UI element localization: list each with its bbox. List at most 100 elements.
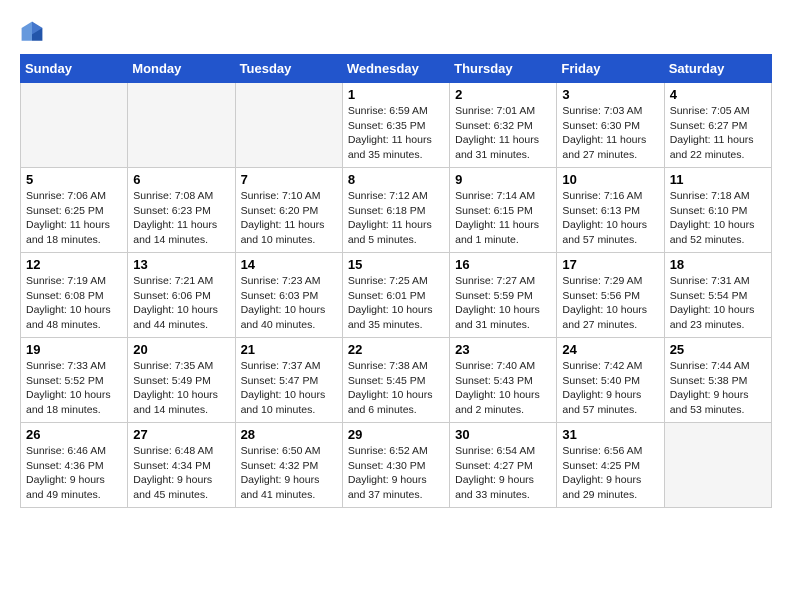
calendar-cell — [235, 83, 342, 168]
day-number: 20 — [133, 342, 229, 357]
day-number: 7 — [241, 172, 337, 187]
calendar-table: SundayMondayTuesdayWednesdayThursdayFrid… — [20, 54, 772, 508]
calendar-cell: 23 Sunrise: 7:40 AM Sunset: 5:43 PM Dayli… — [450, 338, 557, 423]
calendar-cell: 22 Sunrise: 7:38 AM Sunset: 5:45 PM Dayli… — [342, 338, 449, 423]
calendar-week-2: 5Sunrise: 7:06 AM Sunset: 6:25 PM Daylig… — [21, 168, 772, 253]
calendar-cell — [21, 83, 128, 168]
day-number: 26 — [26, 427, 122, 442]
day-info: Sunrise: 7:42 AM Sunset: 5:40 PM Dayligh… — [562, 359, 658, 418]
day-number: 18 — [670, 257, 766, 272]
day-info: Sunrise: 7:38 AM Sunset: 5:45 PM Dayligh… — [348, 359, 444, 418]
day-info: Sunrise: 7:03 AM Sunset: 6:30 PM Dayligh… — [562, 104, 658, 163]
calendar-cell: 3 Sunrise: 7:03 AM Sunset: 6:30 PM Daylig… — [557, 83, 664, 168]
day-info: Sunrise: 7:05 AM Sunset: 6:27 PM Dayligh… — [670, 104, 766, 163]
day-info: Sunrise: 7:40 AM Sunset: 5:43 PM Dayligh… — [455, 359, 551, 418]
day-info: Sunrise: 6:50 AM Sunset: 4:32 PM Dayligh… — [241, 444, 337, 503]
day-info: Sunrise: 7:14 AM Sunset: 6:15 PM Dayligh… — [455, 189, 551, 248]
day-number: 3 — [562, 87, 658, 102]
day-info: Sunrise: 7:27 AM Sunset: 5:59 PM Dayligh… — [455, 274, 551, 333]
calendar-cell: 11 Sunrise: 7:18 AM Sunset: 6:10 PM Dayli… — [664, 168, 771, 253]
day-number: 1 — [348, 87, 444, 102]
day-info: Sunrise: 7:33 AM Sunset: 5:52 PM Dayligh… — [26, 359, 122, 418]
calendar-cell: 10 Sunrise: 7:16 AM Sunset: 6:13 PM Dayli… — [557, 168, 664, 253]
calendar-cell: 28Sunrise: 6:50 AM Sunset: 4:32 PM Dayli… — [235, 423, 342, 508]
calendar-cell — [664, 423, 771, 508]
calendar-week-5: 26Sunrise: 6:46 AM Sunset: 4:36 PM Dayli… — [21, 423, 772, 508]
weekday-header-sunday: Sunday — [21, 55, 128, 83]
calendar-cell: 21 Sunrise: 7:37 AM Sunset: 5:47 PM Dayli… — [235, 338, 342, 423]
calendar-cell: 1 Sunrise: 6:59 AM Sunset: 6:35 PM Daylig… — [342, 83, 449, 168]
day-number: 22 — [348, 342, 444, 357]
weekday-header-monday: Monday — [128, 55, 235, 83]
weekday-header-saturday: Saturday — [664, 55, 771, 83]
day-info: Sunrise: 6:59 AM Sunset: 6:35 PM Dayligh… — [348, 104, 444, 163]
day-number: 4 — [670, 87, 766, 102]
day-info: Sunrise: 7:12 AM Sunset: 6:18 PM Dayligh… — [348, 189, 444, 248]
day-info: Sunrise: 6:56 AM Sunset: 4:25 PM Dayligh… — [562, 444, 658, 503]
calendar-cell: 25Sunrise: 7:44 AM Sunset: 5:38 PM Dayli… — [664, 338, 771, 423]
weekday-header-wednesday: Wednesday — [342, 55, 449, 83]
weekday-header-tuesday: Tuesday — [235, 55, 342, 83]
calendar-header: SundayMondayTuesdayWednesdayThursdayFrid… — [21, 55, 772, 83]
calendar-cell: 16Sunrise: 7:27 AM Sunset: 5:59 PM Dayli… — [450, 253, 557, 338]
calendar-cell: 30Sunrise: 6:54 AM Sunset: 4:27 PM Dayli… — [450, 423, 557, 508]
calendar-cell: 19 Sunrise: 7:33 AM Sunset: 5:52 PM Dayli… — [21, 338, 128, 423]
calendar-cell: 26Sunrise: 6:46 AM Sunset: 4:36 PM Dayli… — [21, 423, 128, 508]
day-info: Sunrise: 7:37 AM Sunset: 5:47 PM Dayligh… — [241, 359, 337, 418]
calendar-week-3: 12 Sunrise: 7:19 AM Sunset: 6:08 PM Dayli… — [21, 253, 772, 338]
day-number: 19 — [26, 342, 122, 357]
calendar-cell: 14 Sunrise: 7:23 AM Sunset: 6:03 PM Dayli… — [235, 253, 342, 338]
day-info: Sunrise: 7:23 AM Sunset: 6:03 PM Dayligh… — [241, 274, 337, 333]
day-number: 12 — [26, 257, 122, 272]
calendar-cell: 5Sunrise: 7:06 AM Sunset: 6:25 PM Daylig… — [21, 168, 128, 253]
calendar-cell: 29 Sunrise: 6:52 AM Sunset: 4:30 PM Dayli… — [342, 423, 449, 508]
calendar-cell: 12 Sunrise: 7:19 AM Sunset: 6:08 PM Dayli… — [21, 253, 128, 338]
day-info: Sunrise: 7:10 AM Sunset: 6:20 PM Dayligh… — [241, 189, 337, 248]
weekday-header-thursday: Thursday — [450, 55, 557, 83]
calendar-cell: 31 Sunrise: 6:56 AM Sunset: 4:25 PM Dayli… — [557, 423, 664, 508]
day-number: 23 — [455, 342, 551, 357]
day-number: 21 — [241, 342, 337, 357]
day-number: 31 — [562, 427, 658, 442]
calendar-cell: 13Sunrise: 7:21 AM Sunset: 6:06 PM Dayli… — [128, 253, 235, 338]
day-number: 11 — [670, 172, 766, 187]
day-number: 30 — [455, 427, 551, 442]
calendar-week-4: 19 Sunrise: 7:33 AM Sunset: 5:52 PM Dayli… — [21, 338, 772, 423]
day-info: Sunrise: 6:48 AM Sunset: 4:34 PM Dayligh… — [133, 444, 229, 503]
day-number: 10 — [562, 172, 658, 187]
day-info: Sunrise: 7:31 AM Sunset: 5:54 PM Dayligh… — [670, 274, 766, 333]
calendar-cell: 27 Sunrise: 6:48 AM Sunset: 4:34 PM Dayli… — [128, 423, 235, 508]
day-number: 5 — [26, 172, 122, 187]
day-number: 13 — [133, 257, 229, 272]
calendar-cell: 8 Sunrise: 7:12 AM Sunset: 6:18 PM Daylig… — [342, 168, 449, 253]
day-info: Sunrise: 7:19 AM Sunset: 6:08 PM Dayligh… — [26, 274, 122, 333]
day-number: 17 — [562, 257, 658, 272]
day-number: 27 — [133, 427, 229, 442]
day-number: 6 — [133, 172, 229, 187]
day-number: 15 — [348, 257, 444, 272]
day-number: 8 — [348, 172, 444, 187]
calendar-cell: 17 Sunrise: 7:29 AM Sunset: 5:56 PM Dayli… — [557, 253, 664, 338]
day-number: 29 — [348, 427, 444, 442]
calendar-cell: 7 Sunrise: 7:10 AM Sunset: 6:20 PM Daylig… — [235, 168, 342, 253]
weekday-header-friday: Friday — [557, 55, 664, 83]
day-info: Sunrise: 7:08 AM Sunset: 6:23 PM Dayligh… — [133, 189, 229, 248]
calendar-cell: 15Sunrise: 7:25 AM Sunset: 6:01 PM Dayli… — [342, 253, 449, 338]
day-number: 9 — [455, 172, 551, 187]
day-info: Sunrise: 7:29 AM Sunset: 5:56 PM Dayligh… — [562, 274, 658, 333]
day-info: Sunrise: 7:01 AM Sunset: 6:32 PM Dayligh… — [455, 104, 551, 163]
day-info: Sunrise: 7:44 AM Sunset: 5:38 PM Dayligh… — [670, 359, 766, 418]
calendar-body: 1 Sunrise: 6:59 AM Sunset: 6:35 PM Daylig… — [21, 83, 772, 508]
calendar-cell: 18 Sunrise: 7:31 AM Sunset: 5:54 PM Dayli… — [664, 253, 771, 338]
day-number: 14 — [241, 257, 337, 272]
calendar-cell: 6 Sunrise: 7:08 AM Sunset: 6:23 PM Daylig… — [128, 168, 235, 253]
day-number: 24 — [562, 342, 658, 357]
day-info: Sunrise: 6:52 AM Sunset: 4:30 PM Dayligh… — [348, 444, 444, 503]
day-info: Sunrise: 7:16 AM Sunset: 6:13 PM Dayligh… — [562, 189, 658, 248]
calendar-week-1: 1 Sunrise: 6:59 AM Sunset: 6:35 PM Daylig… — [21, 83, 772, 168]
day-info: Sunrise: 7:18 AM Sunset: 6:10 PM Dayligh… — [670, 189, 766, 248]
weekday-header-row: SundayMondayTuesdayWednesdayThursdayFrid… — [21, 55, 772, 83]
day-number: 2 — [455, 87, 551, 102]
calendar-cell: 20Sunrise: 7:35 AM Sunset: 5:49 PM Dayli… — [128, 338, 235, 423]
logo — [20, 20, 46, 44]
